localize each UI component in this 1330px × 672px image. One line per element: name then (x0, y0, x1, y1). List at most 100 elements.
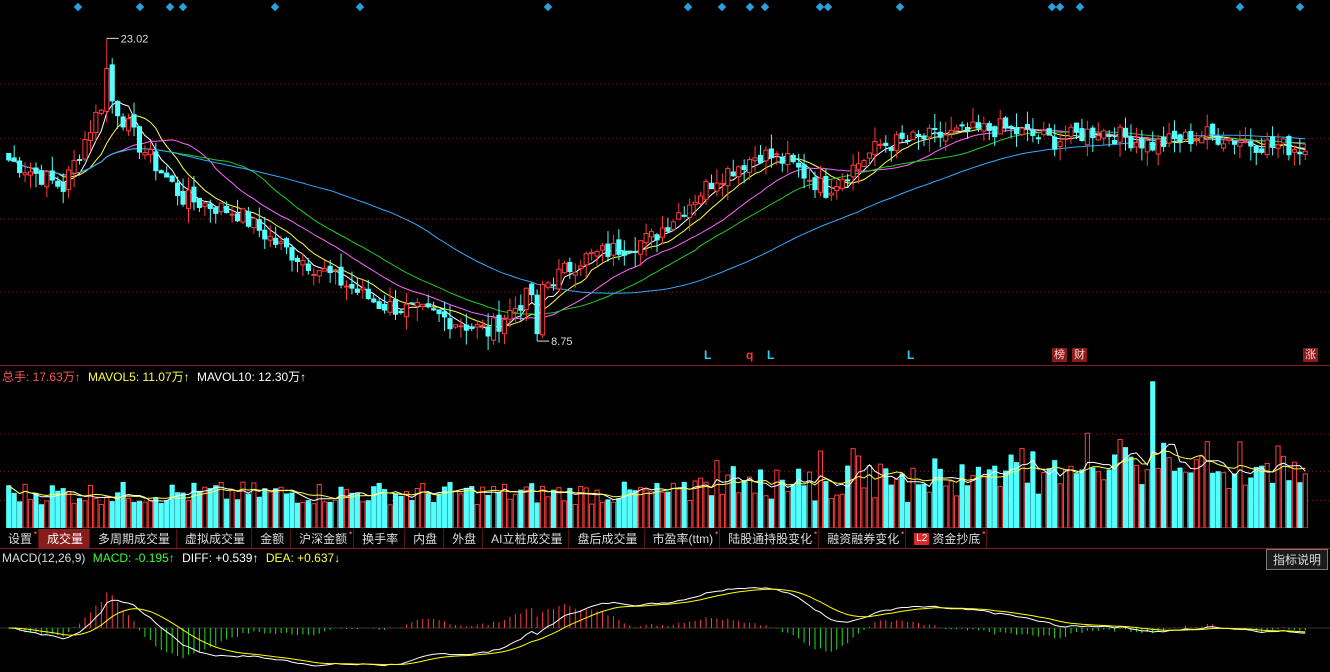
volume-bar (616, 498, 622, 528)
volume-bar (1286, 480, 1292, 528)
volume-bar (992, 465, 998, 528)
candle-body (1193, 138, 1199, 141)
candle-body (779, 157, 785, 164)
macd-chart-panel[interactable] (0, 548, 1330, 672)
price-chart-panel[interactable]: 23.02 8.75 (0, 0, 1330, 365)
diamond-icon (815, 2, 825, 12)
candle-body (305, 263, 311, 271)
signal-marker-q[interactable]: q (746, 348, 753, 362)
volume-bar (283, 493, 290, 528)
tab-2[interactable]: 多周期成交量 (90, 529, 178, 548)
candle-body (834, 185, 840, 191)
volume-chart-panel[interactable] (0, 366, 1330, 528)
tab-label: 外盘 (452, 532, 477, 546)
candle-body (703, 180, 709, 200)
volume-bar (1215, 471, 1221, 528)
candle-body (38, 170, 44, 185)
candle-body (436, 309, 442, 315)
tab-3[interactable]: 虚拟成交量 (177, 529, 253, 548)
candle-body (638, 240, 644, 255)
volume-bar (278, 486, 284, 528)
finance-badge[interactable]: 财 (1072, 348, 1087, 362)
tab-8[interactable]: 外盘 (444, 529, 484, 548)
tab-4[interactable]: 金额 (252, 529, 292, 548)
tab-10[interactable]: 盘后成交量 (569, 529, 645, 548)
volume-bar (191, 482, 197, 528)
volume-bar (1117, 439, 1123, 528)
volume-bar (855, 455, 862, 528)
volume-bar (207, 488, 213, 528)
candle-body (605, 243, 611, 257)
candle-body (17, 160, 23, 174)
volume-bar (757, 469, 764, 528)
candle-body (1030, 129, 1036, 136)
candle-body (175, 182, 181, 196)
volume-bar (164, 500, 170, 528)
candle-body (1188, 130, 1194, 145)
tab-13[interactable]: 融资融券变化 • (819, 529, 907, 548)
volume-bar (289, 492, 295, 528)
signal-marker-l[interactable]: L (907, 348, 914, 362)
tab-11[interactable]: 市盈率(ttm) • (645, 529, 721, 548)
volume-bar (774, 469, 780, 528)
candlestick-chart[interactable]: 23.02 8.75 (0, 0, 1330, 365)
candle-body (681, 214, 687, 217)
candle-body (1155, 138, 1161, 155)
candle-body (55, 180, 61, 187)
volume-chart[interactable] (0, 366, 1330, 528)
candle-body (687, 204, 693, 218)
candle-body (741, 165, 747, 171)
volume-bar (708, 495, 715, 528)
candle-body (82, 139, 88, 160)
tab-9[interactable]: AI立桩成交量 (483, 529, 570, 548)
volume-bar (610, 501, 616, 528)
tab-5[interactable]: 沪深金额 • (291, 529, 355, 548)
candle-body (474, 324, 480, 328)
candle-body (1057, 141, 1063, 147)
volume-bar (714, 460, 720, 528)
candle-body (529, 283, 535, 296)
l2-badge: L2 (914, 532, 930, 545)
volume-bar (109, 501, 115, 528)
candle-body (136, 126, 143, 153)
volume-bar (954, 495, 960, 528)
candle-body (76, 158, 83, 161)
volume-bar (997, 486, 1003, 528)
limit-up-badge[interactable]: 涨 (1303, 348, 1318, 362)
candle-body (382, 303, 388, 311)
volume-bar (1013, 462, 1020, 528)
volume-bar (747, 476, 753, 528)
volume-bar (420, 483, 426, 528)
candle-body (169, 175, 175, 182)
volume-bar (71, 502, 77, 528)
candle-body (463, 324, 469, 331)
signal-marker-l[interactable]: L (767, 348, 774, 362)
candle-body (147, 148, 153, 156)
tab-12[interactable]: 陆股通持股变化 • (720, 529, 820, 548)
signal-marker-l[interactable]: L (704, 348, 711, 362)
candle-body (480, 324, 486, 327)
macd-chart[interactable] (0, 548, 1330, 672)
volume-bar (436, 493, 442, 528)
tab-7[interactable]: 内盘 (405, 529, 445, 548)
tab-6[interactable]: 换手率 (354, 529, 406, 548)
diamond-icon (1075, 2, 1085, 12)
volume-bar (899, 473, 905, 528)
volume-bar (910, 467, 916, 528)
volume-bar (11, 492, 17, 528)
ranking-badge[interactable]: 榜 (1052, 348, 1067, 362)
candle-body (294, 257, 301, 262)
volume-bar (719, 493, 725, 528)
volume-bar (589, 503, 595, 528)
volume-bar (932, 458, 938, 528)
candle-body (621, 250, 627, 256)
diamond-icon (760, 2, 770, 12)
candle-body (1052, 136, 1058, 150)
tab-0[interactable]: 设置 • (0, 529, 40, 548)
tab-14[interactable]: L2 资金抄底 • (906, 529, 988, 548)
candle-body (431, 308, 437, 311)
candle-body (796, 162, 802, 168)
candle-body (278, 241, 284, 244)
tab-1[interactable]: 成交量 (39, 529, 91, 548)
candle-body (196, 197, 202, 208)
